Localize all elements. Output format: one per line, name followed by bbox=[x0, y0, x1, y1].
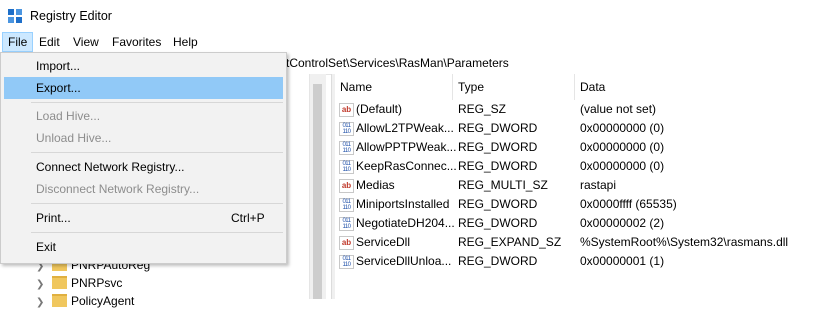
binary-value-icon: 011 110 bbox=[339, 160, 354, 174]
menu-separator bbox=[31, 152, 283, 153]
values-pane[interactable]: Name Type Data ab (Default) REG_SZ (valu… bbox=[335, 74, 825, 299]
binary-value-icon: 011 110 bbox=[339, 141, 354, 155]
file-menu-dropdown: Import... Export... Load Hive... Unload … bbox=[0, 52, 287, 264]
menu-export-label: Export... bbox=[36, 81, 81, 95]
folder-icon bbox=[52, 276, 67, 290]
folder-icon bbox=[52, 294, 67, 308]
tree-scrollbar[interactable] bbox=[309, 74, 326, 299]
string-value-icon: ab bbox=[339, 236, 354, 250]
tree-item-policyagent[interactable]: ❯ PolicyAgent bbox=[36, 292, 134, 310]
value-row[interactable]: ab ServiceDll REG_EXPAND_SZ %SystemRoot%… bbox=[335, 233, 825, 252]
menu-exit-label: Exit bbox=[36, 240, 57, 254]
menu-connect-label: Connect Network Registry... bbox=[36, 160, 185, 174]
value-type: REG_EXPAND_SZ bbox=[458, 235, 562, 249]
value-type: REG_DWORD bbox=[458, 254, 538, 268]
binary-value-icon: 011 110 bbox=[339, 217, 354, 231]
tree-item-pnrpsvc[interactable]: ❯ PNRPsvc bbox=[36, 274, 122, 292]
column-header-name[interactable]: Name bbox=[335, 74, 453, 100]
binary-value-icon: 011 110 bbox=[339, 122, 354, 136]
value-data: 0x00000002 (2) bbox=[580, 216, 665, 230]
value-data: 0x00000000 (0) bbox=[580, 121, 665, 135]
menu-export[interactable]: Export... bbox=[4, 77, 283, 99]
value-name: ServiceDll bbox=[356, 235, 411, 249]
value-name: ServiceDllUnloa... bbox=[356, 254, 452, 268]
menu-import[interactable]: Import... bbox=[4, 55, 283, 77]
value-name: Medias bbox=[356, 178, 395, 192]
value-type: REG_MULTI_SZ bbox=[458, 178, 548, 192]
menu-unload-hive-label: Unload Hive... bbox=[36, 131, 112, 145]
value-data: %SystemRoot%\System32\rasmans.dll bbox=[580, 235, 789, 249]
value-name: KeepRasConnec... bbox=[356, 159, 457, 173]
value-type: REG_DWORD bbox=[458, 159, 538, 173]
menu-edit[interactable]: Edit bbox=[34, 33, 65, 51]
menu-view[interactable]: View bbox=[68, 33, 104, 51]
menu-disconnect-network-registry[interactable]: Disconnect Network Registry... bbox=[4, 178, 283, 200]
value-name: AllowPPTPWeak... bbox=[356, 140, 457, 154]
string-value-icon: ab bbox=[339, 103, 354, 117]
menu-load-hive-label: Load Hive... bbox=[36, 109, 101, 123]
address-path[interactable]: tControlSet\Services\RasMan\Parameters bbox=[286, 56, 509, 70]
value-row[interactable]: 011 110 AllowPPTPWeak... REG_DWORD 0x0000… bbox=[335, 138, 825, 157]
menu-load-hive[interactable]: Load Hive... bbox=[4, 105, 283, 127]
registry-editor-icon bbox=[8, 9, 23, 24]
column-header-type[interactable]: Type bbox=[453, 74, 575, 100]
value-row[interactable]: 011 110 KeepRasConnec... REG_DWORD 0x0000… bbox=[335, 157, 825, 176]
value-name: NegotiateDH204... bbox=[356, 216, 455, 230]
binary-value-icon: 011 110 bbox=[339, 255, 354, 269]
value-name: MiniportsInstalled bbox=[356, 197, 450, 211]
value-name: AllowL2TPWeak... bbox=[356, 121, 454, 135]
value-type: REG_DWORD bbox=[458, 121, 538, 135]
tree-item-label: PolicyAgent bbox=[71, 294, 135, 308]
tree-item-label: PNRPsvc bbox=[71, 276, 123, 290]
menu-separator bbox=[31, 203, 283, 204]
print-shortcut: Ctrl+P bbox=[231, 211, 265, 225]
window-title: Registry Editor bbox=[30, 9, 112, 23]
menu-disconnect-label: Disconnect Network Registry... bbox=[36, 182, 200, 196]
binary-value-icon: 011 110 bbox=[339, 198, 354, 212]
value-row[interactable]: ab (Default) REG_SZ (value not set) bbox=[335, 100, 825, 119]
menu-help[interactable]: Help bbox=[168, 33, 203, 51]
menu-print[interactable]: Print... Ctrl+P bbox=[4, 207, 283, 229]
value-data: (value not set) bbox=[580, 102, 657, 116]
title-bar: Registry Editor bbox=[0, 0, 825, 32]
value-type: REG_DWORD bbox=[458, 197, 538, 211]
value-type: REG_SZ bbox=[458, 102, 507, 116]
value-row[interactable]: 011 110 NegotiateDH204... REG_DWORD 0x000… bbox=[335, 214, 825, 233]
menu-print-label: Print... bbox=[36, 211, 71, 225]
chevron-right-icon[interactable]: ❯ bbox=[36, 294, 46, 312]
value-type: REG_DWORD bbox=[458, 140, 538, 154]
value-data: rastapi bbox=[580, 178, 617, 192]
menu-favorites[interactable]: Favorites bbox=[107, 33, 166, 51]
value-row[interactable]: 011 110 AllowL2TPWeak... REG_DWORD 0x0000… bbox=[335, 119, 825, 138]
menu-unload-hive[interactable]: Unload Hive... bbox=[4, 127, 283, 149]
column-header-data[interactable]: Data bbox=[575, 74, 825, 100]
value-data: 0x00000001 (1) bbox=[580, 254, 665, 268]
tree-scrollbar-thumb[interactable] bbox=[313, 84, 322, 299]
value-row[interactable]: ab Medias REG_MULTI_SZ rastapi bbox=[335, 176, 825, 195]
menu-exit[interactable]: Exit bbox=[4, 236, 283, 258]
value-data: 0x00000000 (0) bbox=[580, 140, 665, 154]
menu-file[interactable]: File bbox=[2, 32, 34, 52]
value-data: 0x0000ffff (65535) bbox=[580, 197, 677, 211]
menu-separator bbox=[31, 102, 283, 103]
value-type: REG_DWORD bbox=[458, 216, 538, 230]
value-row[interactable]: 011 110 MiniportsInstalled REG_DWORD 0x00… bbox=[335, 195, 825, 214]
menu-separator bbox=[31, 232, 283, 233]
menu-connect-network-registry[interactable]: Connect Network Registry... bbox=[4, 156, 283, 178]
menu-import-label: Import... bbox=[36, 59, 81, 73]
value-row[interactable]: 011 110 ServiceDllUnloa... REG_DWORD 0x00… bbox=[335, 252, 825, 271]
string-value-icon: ab bbox=[339, 179, 354, 193]
value-name: (Default) bbox=[356, 102, 403, 116]
menu-bar: File Edit View Favorites Help bbox=[0, 32, 825, 52]
value-data: 0x00000000 (0) bbox=[580, 159, 665, 173]
